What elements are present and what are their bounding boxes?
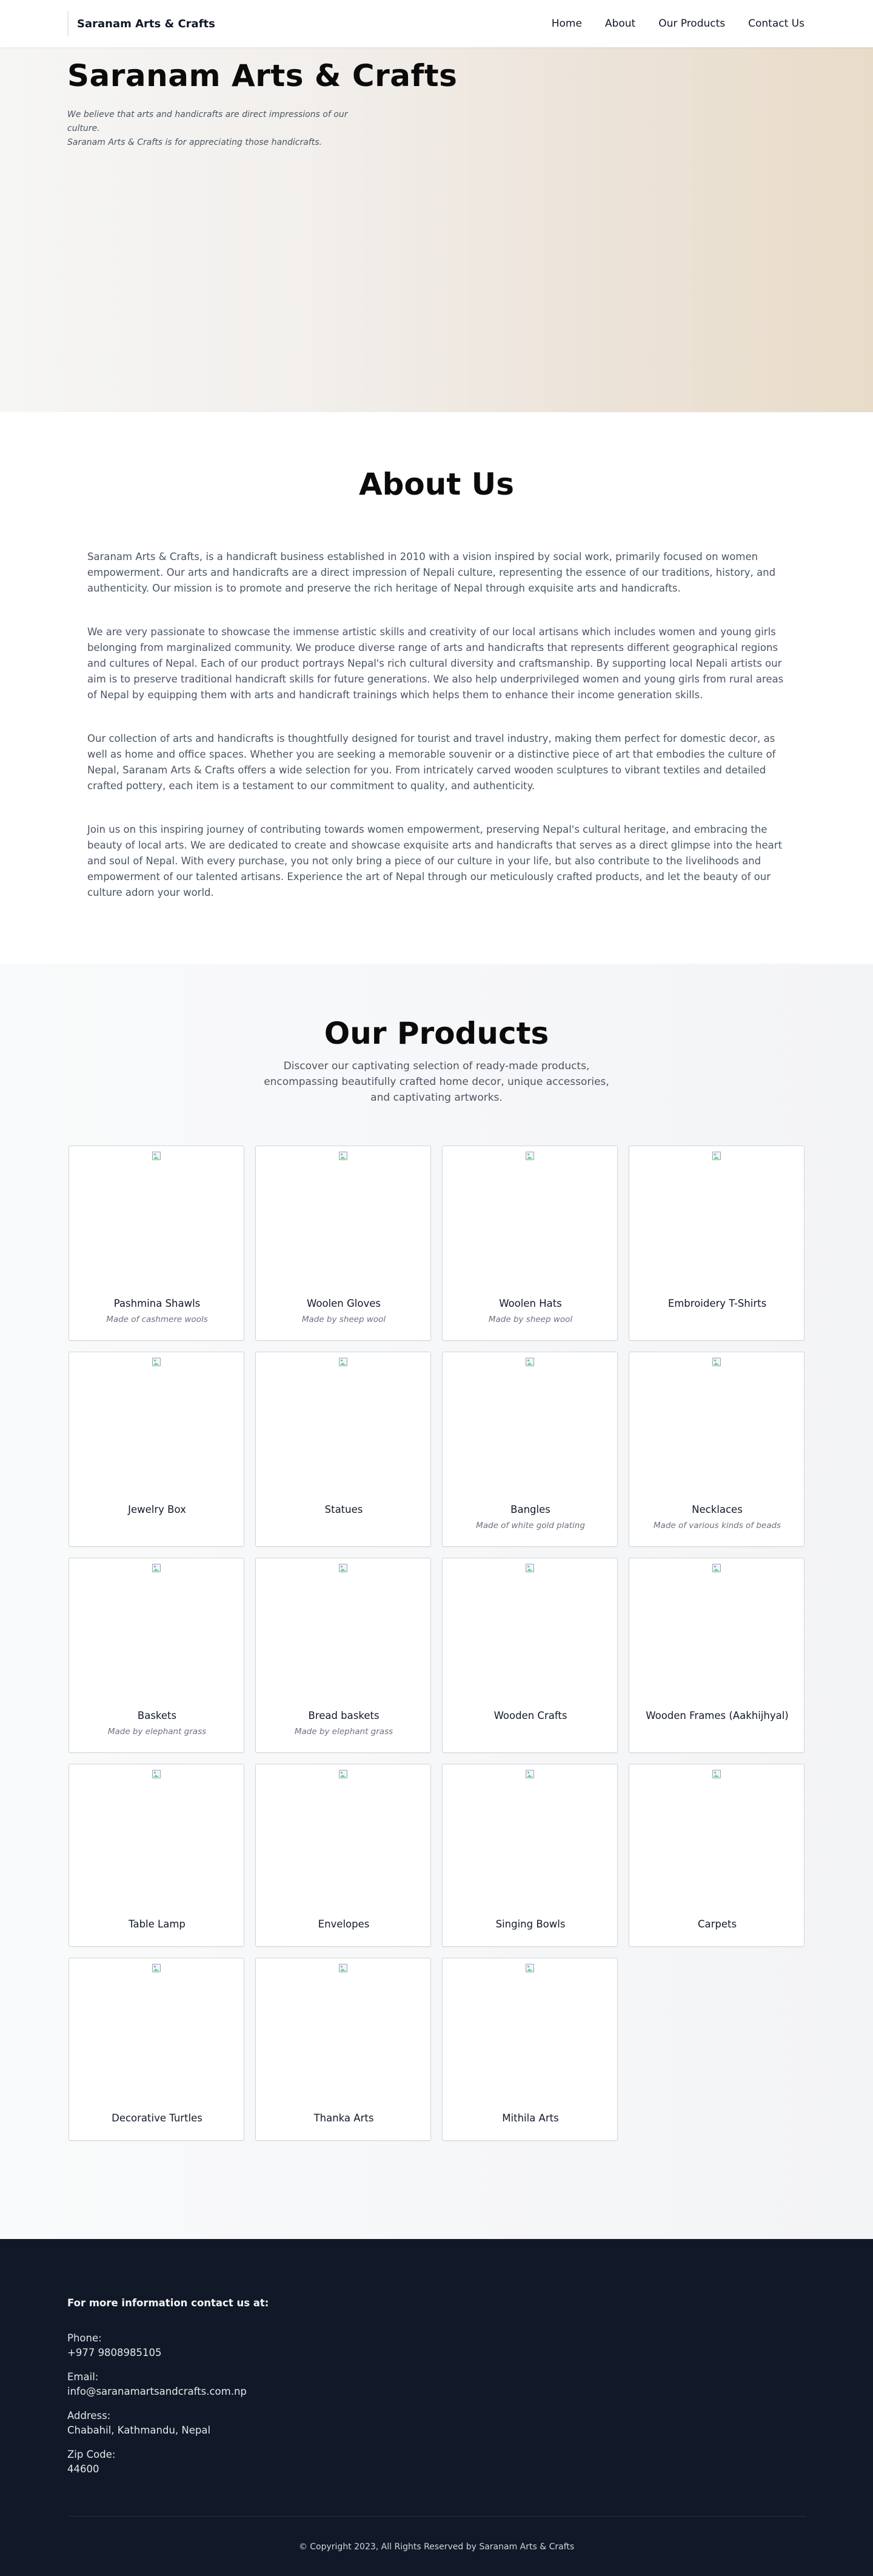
product-card[interactable]: Statues <box>255 1352 431 1547</box>
broken-image-icon <box>152 1769 161 1779</box>
address-label: Address: <box>67 2410 111 2421</box>
broken-image-icon <box>338 1963 348 1973</box>
zip-code-label: Zip Code: <box>67 2449 116 2460</box>
product-description: Made by elephant grass <box>107 1727 207 1737</box>
product-name: Bread baskets <box>308 1710 380 1721</box>
hero-tagline-line-2: Saranam Arts & Crafts is for appreciatin… <box>67 138 322 147</box>
about-paragraph-1: Saranam Arts & Crafts, is a handicraft b… <box>87 551 776 594</box>
product-card[interactable]: Carpets <box>629 1764 804 1947</box>
broken-image-icon <box>525 1963 535 1973</box>
product-name: Envelopes <box>318 1918 370 1930</box>
product-name: Table Lamp <box>129 1918 186 1930</box>
footer: For more information contact us at: Phon… <box>0 2239 873 2576</box>
product-description: Made of white gold plating <box>476 1521 585 1530</box>
phone-value: +977 9808985105 <box>67 2347 162 2358</box>
copyright-text: © Copyright 2023, All Rights Reserved by… <box>298 2542 575 2552</box>
product-card[interactable]: Jewelry Box <box>69 1352 244 1547</box>
product-name: Woolen Hats <box>499 1298 562 1309</box>
broken-image-icon <box>712 1769 721 1779</box>
product-name: Jewelry Box <box>128 1504 186 1515</box>
product-card[interactable]: Bangles Made of white gold plating <box>442 1352 618 1547</box>
nav-links: Home About Our Products Contact Us <box>552 0 804 47</box>
broken-image-icon <box>525 1563 535 1573</box>
broken-image-icon <box>152 1151 161 1161</box>
phone-label: Phone: <box>67 2332 102 2344</box>
product-name: Embroidery T-Shirts <box>667 1298 767 1309</box>
hero-section: Saranam Arts & Crafts We believe that ar… <box>0 47 873 412</box>
nav-link-about[interactable]: About <box>605 18 635 30</box>
product-card[interactable]: Envelopes <box>255 1764 431 1947</box>
brand-wrap: Saranam Arts & Crafts <box>67 11 215 36</box>
product-card[interactable]: Singing Bowls <box>442 1764 618 1947</box>
product-card[interactable]: Mithila Arts <box>442 1958 618 2141</box>
product-card[interactable]: Baskets Made by elephant grass <box>69 1558 244 1753</box>
brand-link[interactable]: Saranam Arts & Crafts <box>77 18 215 30</box>
product-card[interactable]: Bread baskets Made by elephant grass <box>255 1558 431 1753</box>
broken-image-icon <box>338 1151 348 1161</box>
products-section: Our Products Discover our captivating se… <box>0 964 873 2239</box>
broken-image-icon <box>152 1563 161 1573</box>
about-title: About Us <box>358 467 515 502</box>
hero-tagline-line-1: We believe that arts and handicrafts are… <box>67 110 348 133</box>
email-label: Email: <box>67 2371 99 2383</box>
product-card[interactable]: Decorative Turtles <box>69 1958 244 2141</box>
product-name: Necklaces <box>692 1504 743 1515</box>
product-name: Baskets <box>137 1710 177 1721</box>
products-subtitle: Discover our captivating selection of re… <box>264 1060 609 1104</box>
broken-image-icon <box>525 1357 535 1367</box>
broken-image-icon <box>338 1563 348 1573</box>
broken-image-icon <box>712 1563 721 1573</box>
product-name: Wooden Crafts <box>493 1710 567 1721</box>
about-paragraph-2: We are very passionate to showcase the i… <box>87 626 784 701</box>
broken-image-icon <box>338 1357 348 1367</box>
product-name: Mithila Arts <box>502 2112 559 2124</box>
broken-image-icon <box>152 1963 161 1973</box>
product-card[interactable]: Pashmina Shawls Made of cashmere wools <box>69 1146 244 1341</box>
product-name: Singing Bowls <box>495 1918 566 1930</box>
product-name: Wooden Frames (Aakhijhyal) <box>646 1710 789 1721</box>
broken-image-icon <box>712 1357 721 1367</box>
email-value[interactable]: info@saranamartsandcrafts.com.np <box>67 2386 247 2397</box>
broken-image-icon <box>338 1769 348 1779</box>
zip-code-value: 44600 <box>67 2463 99 2475</box>
product-name: Pashmina Shawls <box>113 1298 201 1309</box>
product-name: Bangles <box>510 1504 550 1515</box>
broken-image-icon <box>525 1151 535 1161</box>
address-value: Chabahil, Kathmandu, Nepal <box>67 2424 211 2436</box>
nav-link-our-products[interactable]: Our Products <box>658 18 725 30</box>
product-card[interactable]: Woolen Hats Made by sheep wool <box>442 1146 618 1341</box>
footer-divider <box>67 2516 806 2517</box>
product-card[interactable]: Wooden Crafts <box>442 1558 618 1753</box>
navbar: Saranam Arts & Crafts Home About Our Pro… <box>0 0 873 47</box>
broken-image-icon <box>712 1151 721 1161</box>
footer-heading: For more information contact us at: <box>67 2297 269 2309</box>
about-paragraph-4: Join us on this inspiring journey of con… <box>87 824 783 898</box>
product-card[interactable]: Table Lamp <box>69 1764 244 1947</box>
products-title: Our Products <box>324 1016 549 1051</box>
product-description: Made of cashmere wools <box>106 1315 208 1324</box>
product-name: Decorative Turtles <box>112 2112 202 2124</box>
product-name: Carpets <box>697 1918 737 1930</box>
product-description: Made by sheep wool <box>301 1315 386 1324</box>
product-card[interactable]: Wooden Frames (Aakhijhyal) <box>629 1558 804 1753</box>
brand-divider <box>67 11 69 36</box>
product-description: Made of various kinds of beads <box>653 1521 781 1530</box>
about-section: About Us Saranam Arts & Crafts, is a han… <box>0 412 873 964</box>
product-name: Woolen Gloves <box>307 1298 381 1309</box>
nav-link-contact-us[interactable]: Contact Us <box>748 18 804 30</box>
about-paragraph-3: Our collection of arts and handicrafts i… <box>87 733 776 792</box>
product-card[interactable]: Embroidery T-Shirts <box>629 1146 804 1341</box>
product-card[interactable]: Thanka Arts <box>255 1958 431 2141</box>
broken-image-icon <box>525 1769 535 1779</box>
product-name: Statues <box>324 1504 363 1515</box>
product-description: Made by sheep wool <box>488 1315 573 1324</box>
hero-title: Saranam Arts & Crafts <box>67 58 458 93</box>
product-card[interactable]: Woolen Gloves Made by sheep wool <box>255 1146 431 1341</box>
hero-tagline: We believe that arts and handicrafts are… <box>67 108 370 150</box>
product-card[interactable]: Necklaces Made of various kinds of beads <box>629 1352 804 1547</box>
broken-image-icon <box>152 1357 161 1367</box>
product-name: Thanka Arts <box>313 2112 374 2124</box>
nav-link-home[interactable]: Home <box>552 18 582 30</box>
product-description: Made by elephant grass <box>294 1727 393 1737</box>
